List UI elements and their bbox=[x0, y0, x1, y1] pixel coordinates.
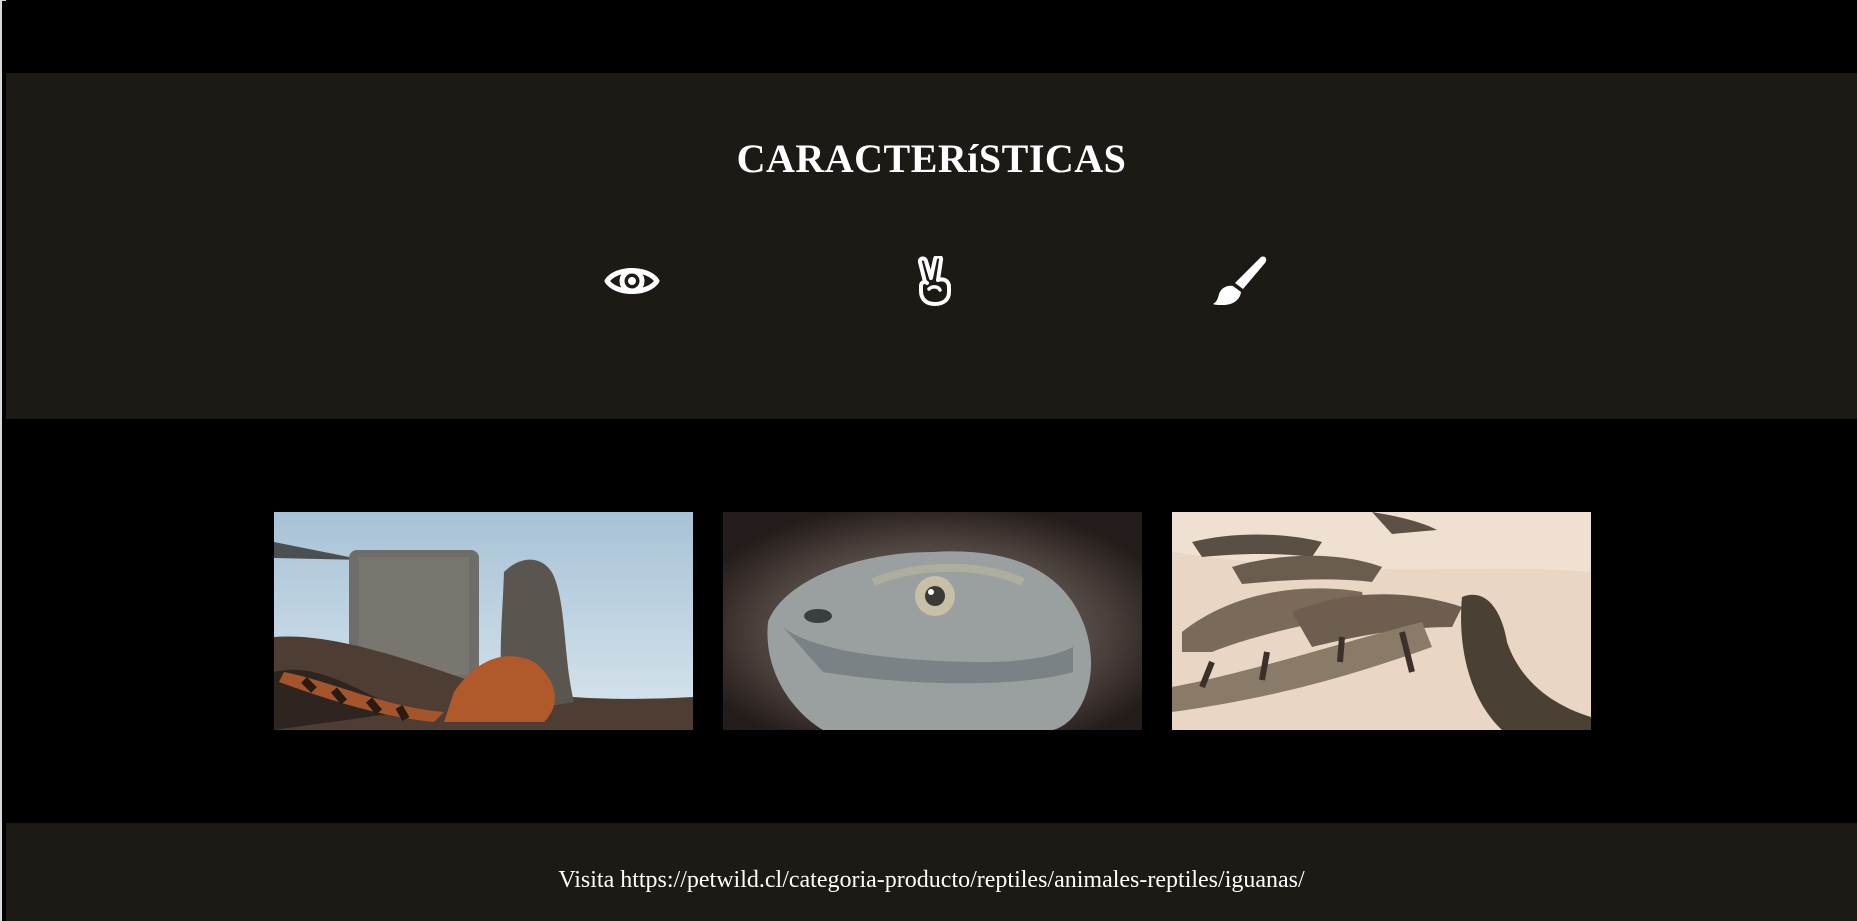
gallery-image-2 bbox=[723, 512, 1142, 730]
top-strip bbox=[6, 0, 1857, 73]
footer: Visita https://petwild.cl/categoria-prod… bbox=[6, 823, 1857, 921]
paintbrush-icon bbox=[1209, 251, 1269, 311]
eye-icon bbox=[602, 251, 662, 311]
gallery-section bbox=[6, 419, 1857, 823]
features-title: CARACTERíSTICAS bbox=[736, 136, 1127, 181]
peace-hand-icon bbox=[905, 251, 965, 311]
footer-visit-text: Visita https://petwild.cl/categoria-prod… bbox=[558, 867, 1305, 893]
features-section: CARACTERíSTICAS bbox=[6, 73, 1857, 419]
gallery-image-1 bbox=[274, 512, 693, 730]
gallery-image-3 bbox=[1172, 512, 1591, 730]
